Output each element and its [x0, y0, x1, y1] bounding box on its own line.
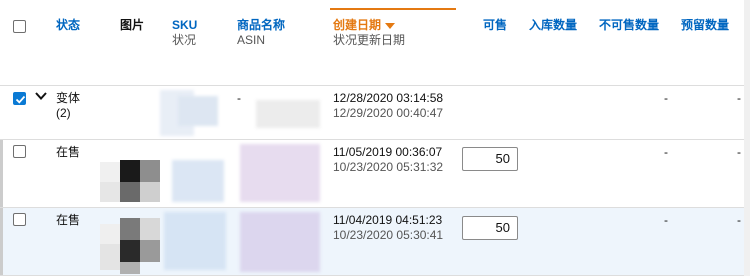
column-status-label[interactable]: 状态: [56, 18, 80, 33]
column-image-label: 图片: [120, 18, 145, 32]
column-asin-sublabel: ASIN: [237, 33, 266, 47]
row-checkbox[interactable]: [13, 92, 26, 105]
column-image: 图片: [120, 18, 144, 33]
column-sku-sublabel: 状况: [172, 33, 197, 47]
available-quantity-input[interactable]: 50: [462, 147, 518, 171]
product-name-redacted: [240, 212, 320, 272]
expand-chevron-icon[interactable]: [34, 90, 48, 106]
row-checkbox[interactable]: [13, 213, 26, 226]
column-status[interactable]: 状态: [56, 18, 80, 33]
sort-desc-icon[interactable]: [385, 22, 396, 29]
unfulfillable-value: -: [664, 91, 668, 105]
column-product-name-label[interactable]: 商品名称: [237, 18, 285, 33]
checkmark-icon: [15, 95, 26, 104]
row-status: 变体: [56, 91, 81, 105]
product-name: -: [237, 91, 241, 105]
column-unfulfillable-label[interactable]: 不可售数量: [599, 18, 659, 33]
sku-redacted: [172, 160, 224, 202]
sorted-column-indicator: [330, 8, 456, 10]
product-name-redacted: [240, 144, 320, 202]
child-row-indicator: [0, 140, 3, 207]
column-inbound[interactable]: 入库数量: [529, 18, 577, 33]
status-updated-date: 10/23/2020 05:30:41: [333, 228, 444, 242]
column-sku-label[interactable]: SKU: [172, 18, 197, 33]
column-sku[interactable]: SKU 状况: [172, 18, 197, 48]
created-date: 11/05/2019 00:36:07: [333, 145, 443, 159]
status-updated-date: 12/29/2020 00:40:47: [333, 106, 444, 120]
unfulfillable-value: -: [664, 213, 668, 227]
row-status: 在售: [56, 213, 81, 227]
variation-count: (2): [56, 106, 71, 120]
table-row: 变体 (2) - 12/28/2020 03:14:58 12/29/2020 …: [0, 86, 750, 140]
row-checkbox[interactable]: [13, 145, 26, 158]
column-reserved[interactable]: 预留数量: [681, 18, 729, 33]
product-name-redacted: [256, 100, 320, 128]
sku-redacted: [178, 96, 218, 126]
column-inbound-label[interactable]: 入库数量: [529, 18, 577, 33]
vertical-scrollbar[interactable]: [744, 0, 750, 276]
row-status: 在售: [56, 145, 81, 159]
column-unfulfillable[interactable]: 不可售数量: [599, 18, 659, 33]
column-status-updated-sublabel: 状况更新日期: [333, 33, 406, 47]
available-quantity-input[interactable]: 50: [462, 216, 518, 240]
unfulfillable-value: -: [664, 145, 668, 159]
select-all-checkbox[interactable]: [13, 20, 26, 33]
column-created-date-label[interactable]: 创建日期: [333, 18, 381, 32]
sku-redacted: [164, 212, 226, 270]
status-updated-date: 10/23/2020 05:31:32: [333, 160, 444, 174]
reserved-value: -: [737, 213, 741, 227]
reserved-value: -: [737, 91, 741, 105]
column-available[interactable]: 可售: [483, 18, 507, 33]
column-product-name[interactable]: 商品名称 ASIN: [237, 18, 285, 48]
reserved-value: -: [737, 145, 741, 159]
table-row: 在售 11/04/2019 04:51:23 10/23/2020 05:30:…: [0, 208, 750, 276]
table-row: 在售 11/05/2019 00:36:07 10/23/2020 05:31:…: [0, 140, 750, 208]
table-header: 状态 图片 SKU 状况 商品名称 ASIN 创建日期 状况更新日期 可售 入库…: [0, 0, 750, 86]
created-date: 11/04/2019 04:51:23: [333, 213, 443, 227]
column-created-date[interactable]: 创建日期 状况更新日期: [333, 18, 405, 48]
column-reserved-label[interactable]: 预留数量: [681, 18, 729, 33]
child-row-indicator: [0, 208, 3, 275]
created-date: 12/28/2020 03:14:58: [333, 91, 444, 105]
column-available-label[interactable]: 可售: [483, 18, 507, 33]
